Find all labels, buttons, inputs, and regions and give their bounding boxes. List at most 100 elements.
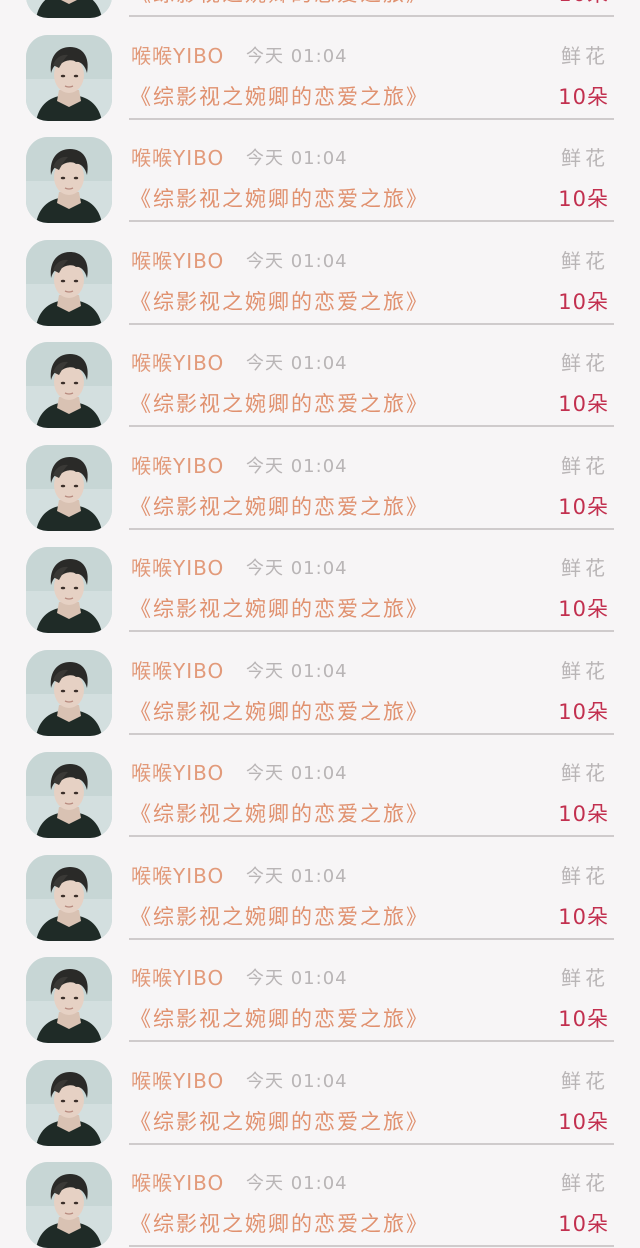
- gift-time: 今天 01:04: [246, 865, 348, 887]
- book-title[interactable]: 《综影视之婉卿的恋爱之旅》: [130, 183, 429, 213]
- gift-type: 鲜花: [561, 556, 609, 580]
- gift-count: 10朵: [558, 699, 609, 724]
- gift-record-row[interactable]: 喉喉YIBO 今天 01:04 鲜花 《综影视之婉卿的恋爱之旅》 10朵: [0, 837, 640, 941]
- gift-time: 今天 01:04: [246, 250, 348, 272]
- user-name[interactable]: 喉喉YIBO: [131, 245, 224, 274]
- gift-type: 鲜花: [561, 658, 609, 683]
- gift-type: 鲜花: [561, 966, 609, 990]
- gift-time: 今天 01:04: [246, 148, 348, 169]
- gift-record-row[interactable]: 喉喉YIBO 今天 01:04 鲜花 《综影视之婉卿的恋爱之旅》 10朵: [0, 427, 640, 531]
- gift-time: 今天 01:04: [246, 455, 348, 477]
- book-title[interactable]: 《综影视之婉卿的恋爱之旅》: [130, 286, 429, 316]
- avatar-photo-icon: [26, 854, 112, 941]
- avatar-photo-icon: [26, 34, 112, 121]
- gift-count: 10朵: [558, 494, 609, 519]
- gift-record-row[interactable]: 喉喉YIBO 今天 01:04 鲜花 《综影视之婉卿的恋爱之旅》 10朵: [0, 324, 640, 428]
- gift-type: 鲜花: [561, 248, 609, 273]
- book-title[interactable]: 《综影视之婉卿的恋爱之旅》: [130, 696, 429, 726]
- book-title[interactable]: 《综影视之婉卿的恋爱之旅》: [130, 593, 429, 623]
- gift-type: 鲜花: [561, 1171, 609, 1195]
- book-title[interactable]: 《综影视之婉卿的恋爱之旅》: [130, 388, 429, 418]
- user-name[interactable]: 喉喉YIBO: [131, 757, 224, 786]
- book-title[interactable]: 《综影视之婉卿的恋爱之旅》: [130, 81, 429, 111]
- gift-type: 鲜花: [561, 43, 609, 68]
- avatar-photo-icon: [26, 137, 112, 223]
- gift-type: 鲜花: [561, 146, 609, 170]
- book-title[interactable]: 《综影视之婉卿的恋爱之旅》: [130, 1003, 429, 1033]
- book-title[interactable]: 《综影视之婉卿的恋爱之旅》: [130, 0, 429, 8]
- avatar-photo-icon: [26, 0, 112, 18]
- gift-count: 10朵: [558, 84, 609, 109]
- gift-type: 鲜花: [561, 1068, 609, 1093]
- gift-time: 今天 01:04: [246, 558, 348, 579]
- avatar[interactable]: [26, 0, 112, 18]
- avatar[interactable]: [26, 342, 112, 428]
- user-name[interactable]: 喉喉YIBO: [131, 347, 224, 376]
- gift-record-row[interactable]: 喉喉YIBO 今天 01:04 鲜花 《综影视之婉卿的恋爱之旅》 10朵: [0, 632, 640, 736]
- user-name[interactable]: 喉喉YIBO: [131, 450, 224, 479]
- avatar-photo-icon: [26, 547, 112, 633]
- avatar[interactable]: [26, 547, 112, 633]
- avatar-photo-icon: [26, 1162, 112, 1248]
- user-name[interactable]: 喉喉YIBO: [131, 40, 224, 69]
- avatar-photo-icon: [26, 649, 112, 736]
- gift-count: 10朵: [558, 187, 609, 211]
- user-name[interactable]: 喉喉YIBO: [131, 552, 224, 581]
- user-name[interactable]: 喉喉YIBO: [131, 962, 224, 991]
- gift-record-list: 喉喉YIBO 今天 01:04 鲜花 《综影视之婉卿的恋爱之旅》 10朵 喉喉Y…: [0, 0, 640, 1248]
- gift-type: 鲜花: [561, 351, 609, 375]
- row-divider: [129, 1245, 614, 1247]
- gift-time: 今天 01:04: [246, 660, 348, 682]
- user-name[interactable]: 喉喉YIBO: [131, 655, 224, 684]
- gift-time: 今天 01:04: [246, 968, 348, 989]
- gift-record-row[interactable]: 喉喉YIBO 今天 01:04 鲜花 《综影视之婉卿的恋爱之旅》 10朵: [0, 17, 640, 121]
- gift-record-row[interactable]: 喉喉YIBO 今天 01:04 鲜花 《综影视之婉卿的恋爱之旅》 10朵: [0, 734, 640, 838]
- gift-count: 10朵: [558, 392, 609, 416]
- avatar-photo-icon: [26, 1059, 112, 1146]
- gift-time: 今天 01:04: [246, 1173, 348, 1194]
- gift-time: 今天 01:04: [246, 45, 348, 67]
- gift-record-row[interactable]: 喉喉YIBO 今天 01:04 鲜花 《综影视之婉卿的恋爱之旅》 10朵: [0, 1042, 640, 1146]
- gift-time: 今天 01:04: [246, 1070, 348, 1092]
- gift-time: 今天 01:04: [246, 763, 348, 784]
- gift-record-row[interactable]: 喉喉YIBO 今天 01:04 鲜花 《综影视之婉卿的恋爱之旅》 10朵: [0, 222, 640, 326]
- gift-count: 10朵: [558, 1109, 609, 1134]
- gift-count: 10朵: [558, 0, 609, 8]
- gift-record-row[interactable]: 喉喉YIBO 今天 01:04 鲜花 《综影视之婉卿的恋爱之旅》 10朵: [0, 1144, 640, 1248]
- avatar[interactable]: [26, 1059, 112, 1146]
- gift-record-row[interactable]: 喉喉YIBO 今天 01:04 鲜花 《综影视之婉卿的恋爱之旅》 10朵: [0, 529, 640, 633]
- gift-time: 今天 01:04: [246, 353, 348, 374]
- avatar-photo-icon: [26, 342, 112, 428]
- gift-record-row[interactable]: 喉喉YIBO 今天 01:04 鲜花 《综影视之婉卿的恋爱之旅》 10朵: [0, 0, 640, 18]
- gift-record-row[interactable]: 喉喉YIBO 今天 01:04 鲜花 《综影视之婉卿的恋爱之旅》 10朵: [0, 119, 640, 223]
- avatar[interactable]: [26, 854, 112, 941]
- avatar[interactable]: [26, 957, 112, 1043]
- user-name[interactable]: 喉喉YIBO: [131, 1065, 224, 1094]
- gift-count: 10朵: [558, 904, 609, 929]
- gift-type: 鲜花: [561, 453, 609, 478]
- avatar[interactable]: [26, 34, 112, 121]
- avatar-photo-icon: [26, 957, 112, 1043]
- user-name[interactable]: 喉喉YIBO: [131, 1167, 224, 1196]
- gift-count: 10朵: [558, 289, 609, 314]
- avatar[interactable]: [26, 752, 112, 838]
- avatar[interactable]: [26, 1162, 112, 1248]
- user-name[interactable]: 喉喉YIBO: [131, 860, 224, 889]
- gift-type: 鲜花: [561, 761, 609, 785]
- book-title[interactable]: 《综影视之婉卿的恋爱之旅》: [130, 1106, 429, 1136]
- book-title[interactable]: 《综影视之婉卿的恋爱之旅》: [130, 901, 429, 931]
- book-title[interactable]: 《综影视之婉卿的恋爱之旅》: [130, 491, 429, 521]
- avatar[interactable]: [26, 444, 112, 531]
- gift-count: 10朵: [558, 1007, 609, 1031]
- gift-record-row[interactable]: 喉喉YIBO 今天 01:04 鲜花 《综影视之婉卿的恋爱之旅》 10朵: [0, 939, 640, 1043]
- gift-count: 10朵: [558, 802, 609, 826]
- avatar[interactable]: [26, 137, 112, 223]
- gift-type: 鲜花: [561, 863, 609, 888]
- avatar[interactable]: [26, 239, 112, 326]
- book-title[interactable]: 《综影视之婉卿的恋爱之旅》: [130, 798, 429, 828]
- avatar-photo-icon: [26, 239, 112, 326]
- avatar[interactable]: [26, 649, 112, 736]
- avatar-photo-icon: [26, 444, 112, 531]
- gift-count: 10朵: [558, 597, 609, 621]
- user-name[interactable]: 喉喉YIBO: [131, 142, 224, 171]
